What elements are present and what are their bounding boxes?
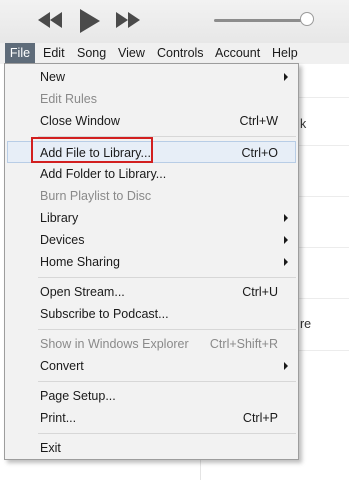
menu-item-label: Convert xyxy=(40,359,84,373)
menu-item-label: Print... xyxy=(40,411,77,425)
submenu-arrow-icon xyxy=(284,214,288,222)
menu-item-label: Burn Playlist to Disc xyxy=(40,189,152,203)
rewind-icon[interactable] xyxy=(38,12,62,31)
menu-item-label: Add File to Library... xyxy=(40,146,151,160)
menu-item-edit-rules: Edit Rules xyxy=(7,88,296,110)
menu-separator xyxy=(38,277,296,278)
background-text: re xyxy=(300,317,312,331)
menu-item-print[interactable]: Print... Ctrl+P xyxy=(7,407,296,429)
menu-item-label: Page Setup... xyxy=(40,389,116,403)
menu-item-label: Edit Rules xyxy=(40,92,97,106)
menu-song[interactable]: Song xyxy=(77,43,106,64)
background-text: k xyxy=(300,117,307,131)
menu-item-subscribe-podcast[interactable]: Subscribe to Podcast... xyxy=(7,303,296,325)
menu-separator xyxy=(38,329,296,330)
submenu-arrow-icon xyxy=(284,258,288,266)
menu-item-label: Subscribe to Podcast... xyxy=(40,307,169,321)
menu-file[interactable]: File xyxy=(5,43,35,64)
menu-item-exit[interactable]: Exit xyxy=(7,437,296,459)
file-menu: New Edit Rules Close Window Ctrl+W Add F… xyxy=(4,63,299,460)
menu-item-label: New xyxy=(40,70,66,84)
menu-item-close-window[interactable]: Close Window Ctrl+W xyxy=(7,110,296,132)
shortcut-label: Ctrl+P xyxy=(242,411,278,425)
menu-item-label: Open Stream... xyxy=(40,285,125,299)
menu-controls[interactable]: Controls xyxy=(157,43,204,64)
shortcut-label: Ctrl+O xyxy=(241,146,278,160)
menu-item-library[interactable]: Library xyxy=(7,207,296,229)
menu-item-new[interactable]: New xyxy=(7,66,296,88)
menu-item-label: Library xyxy=(40,211,79,225)
shortcut-label: Ctrl+U xyxy=(242,285,278,299)
menu-item-page-setup[interactable]: Page Setup... xyxy=(7,385,296,407)
menu-item-label: Home Sharing xyxy=(40,255,120,269)
menu-item-burn-playlist: Burn Playlist to Disc xyxy=(7,185,296,207)
fast-forward-icon[interactable] xyxy=(116,12,140,31)
menu-view[interactable]: View xyxy=(118,43,145,64)
menu-item-devices[interactable]: Devices xyxy=(7,229,296,251)
submenu-arrow-icon xyxy=(284,73,288,81)
menu-item-label: Devices xyxy=(40,233,85,247)
menu-item-home-sharing[interactable]: Home Sharing xyxy=(7,251,296,273)
menu-edit[interactable]: Edit xyxy=(43,43,65,64)
shortcut-label: Ctrl+Shift+R xyxy=(209,337,278,351)
submenu-arrow-icon xyxy=(284,236,288,244)
menu-help[interactable]: Help xyxy=(272,43,298,64)
menubar: File Edit Song View Controls Account Hel… xyxy=(0,43,349,65)
volume-knob[interactable] xyxy=(300,12,314,26)
transport-bar xyxy=(0,0,349,43)
volume-slider[interactable] xyxy=(214,19,310,22)
menu-item-add-file-to-library[interactable]: Add File to Library... Ctrl+O xyxy=(7,141,296,163)
menu-item-label: Close Window xyxy=(40,114,120,128)
menu-separator xyxy=(38,136,296,137)
menu-item-show-in-explorer: Show in Windows Explorer Ctrl+Shift+R xyxy=(7,333,296,355)
menu-item-convert[interactable]: Convert xyxy=(7,355,296,377)
play-icon[interactable] xyxy=(80,9,100,36)
shortcut-label: Ctrl+W xyxy=(239,114,278,128)
menu-item-label: Exit xyxy=(40,441,61,455)
menu-item-open-stream[interactable]: Open Stream... Ctrl+U xyxy=(7,281,296,303)
menu-item-label: Add Folder to Library... xyxy=(40,167,167,181)
menu-item-label: Show in Windows Explorer xyxy=(40,337,189,351)
submenu-arrow-icon xyxy=(284,362,288,370)
menu-item-add-folder-to-library[interactable]: Add Folder to Library... xyxy=(7,163,296,185)
menu-account[interactable]: Account xyxy=(215,43,260,64)
menu-separator xyxy=(38,433,296,434)
menu-separator xyxy=(38,381,296,382)
